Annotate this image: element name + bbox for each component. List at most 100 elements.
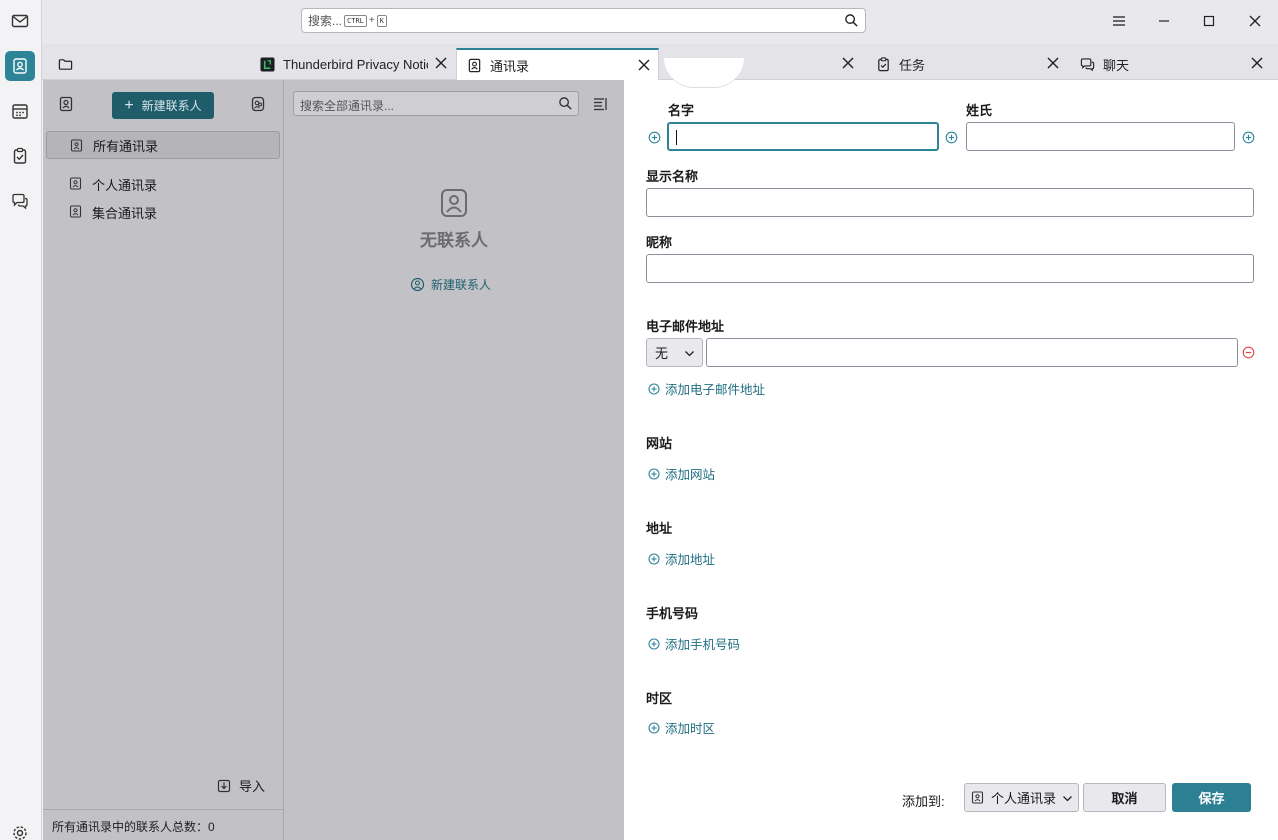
- tasks-icon: [13, 147, 27, 164]
- email-type-select[interactable]: 无: [646, 338, 703, 367]
- tab-label: Thunderbird Privacy Notice: [283, 56, 428, 72]
- global-search-input[interactable]: 搜索... CTRL + K: [301, 8, 866, 33]
- email-input[interactable]: [706, 338, 1238, 367]
- add-to-select[interactable]: 个人通讯录: [964, 783, 1079, 812]
- import-icon: [217, 779, 231, 792]
- contacts-list-pane: 搜索全部通讯录... 无联系人 新建联系人: [284, 80, 624, 840]
- close-icon: [1249, 15, 1261, 27]
- avatar[interactable]: [664, 58, 744, 88]
- new-contact-label: 新建联系人: [141, 99, 202, 113]
- list-display-options-icon[interactable]: [592, 96, 608, 112]
- last-name-input[interactable]: [966, 122, 1235, 151]
- contacts-empty-icon: [441, 189, 467, 217]
- add-timezone-link[interactable]: 添加时区: [648, 718, 715, 737]
- minimize-button[interactable]: [1153, 10, 1175, 32]
- nickname-label: 昵称: [646, 235, 673, 250]
- empty-title: 无联系人: [420, 231, 488, 250]
- add-timezone-label: 添加时区: [665, 722, 716, 736]
- close-tab-icon[interactable]: [1251, 57, 1263, 69]
- maximize-button[interactable]: [1198, 10, 1220, 32]
- chevron-down-icon: [685, 351, 694, 357]
- close-tab-icon[interactable]: [638, 59, 650, 71]
- hamburger-menu-icon: [1113, 16, 1125, 26]
- calendar-space-button[interactable]: [5, 96, 35, 126]
- text-caret: [676, 130, 677, 145]
- search-contacts-input[interactable]: 搜索全部通讯录...: [293, 91, 579, 116]
- thunderbird-icon: [260, 56, 275, 72]
- contact-count-status: 所有通讯录中的联系人总数：0: [43, 809, 284, 840]
- chat-space-button[interactable]: [5, 186, 35, 216]
- tab-bar: Thunderbird Privacy Notice 通讯录 日历 任务 聊天: [42, 44, 1278, 80]
- add-address-link[interactable]: 添加地址: [648, 549, 715, 568]
- email-type-value: 无: [655, 346, 669, 361]
- close-tab-icon[interactable]: [842, 57, 854, 69]
- new-address-book-icon[interactable]: [58, 96, 74, 112]
- add-phone-label: 添加手机号码: [665, 638, 741, 652]
- add-icon: [648, 637, 660, 650]
- maximize-icon: [1203, 15, 1215, 27]
- address-book-icon: [69, 177, 82, 190]
- close-tab-icon[interactable]: [1047, 57, 1059, 69]
- tasks-space-button[interactable]: [5, 141, 35, 171]
- address-book-label: 集合通讯录: [92, 205, 158, 221]
- add-address-label: 添加地址: [665, 553, 716, 567]
- address-book-icon: [468, 58, 481, 72]
- address-book-label: 个人通讯录: [92, 177, 158, 193]
- add-website-link[interactable]: 添加网站: [648, 464, 715, 483]
- remove-email-icon[interactable]: [1242, 346, 1255, 359]
- chevron-down-icon: [1063, 796, 1072, 802]
- tab-address-book[interactable]: 通讯录: [456, 48, 659, 80]
- shortcut-key-ctrl: CTRL: [344, 14, 367, 27]
- import-button[interactable]: 导入: [217, 776, 265, 795]
- shortcut-plus: +: [368, 15, 375, 26]
- add-email-label: 添加电子邮件地址: [665, 383, 766, 397]
- address-book-icon: [971, 791, 984, 804]
- tab-tasks[interactable]: 任务: [866, 48, 1067, 80]
- website-label: 网站: [646, 436, 673, 451]
- tab-chat[interactable]: 聊天: [1070, 48, 1271, 80]
- display-name-input[interactable]: [646, 188, 1254, 217]
- settings-button[interactable]: [5, 818, 35, 840]
- chat-icon: [1080, 57, 1095, 71]
- nickname-input[interactable]: [646, 254, 1254, 283]
- last-name-label: 姓氏: [966, 103, 993, 118]
- add-icon: [648, 382, 660, 395]
- add-middle-name-icon[interactable]: [945, 131, 958, 144]
- search-icon: [559, 97, 572, 110]
- address-book-collected[interactable]: 集合通讯录: [46, 198, 280, 226]
- app-menu-button[interactable]: [1108, 10, 1130, 32]
- add-suffix-icon[interactable]: [1242, 131, 1255, 144]
- empty-new-contact-link[interactable]: 新建联系人: [410, 276, 491, 293]
- add-to-label: 添加到:: [902, 794, 945, 809]
- close-window-button[interactable]: [1244, 10, 1266, 32]
- search-contacts-placeholder: 搜索全部通讯录...: [300, 99, 395, 113]
- cancel-button[interactable]: 取消: [1083, 783, 1166, 812]
- address-book-personal[interactable]: 个人通讯录: [46, 170, 280, 198]
- plus-icon: +: [124, 96, 134, 114]
- address-book-icon: [13, 58, 27, 74]
- chat-icon: [12, 193, 28, 210]
- first-name-label: 名字: [668, 103, 695, 118]
- timezone-label: 时区: [646, 691, 673, 706]
- new-contact-button[interactable]: + 新建联系人: [112, 92, 214, 119]
- add-email-link[interactable]: 添加电子邮件地址: [648, 379, 765, 398]
- address-book-space-button[interactable]: [5, 51, 35, 81]
- phone-label: 手机号码: [646, 606, 699, 621]
- add-phone-link[interactable]: 添加手机号码: [648, 634, 740, 653]
- new-list-icon[interactable]: [250, 96, 266, 112]
- close-tab-icon[interactable]: [435, 57, 447, 69]
- search-icon[interactable]: [844, 13, 859, 28]
- new-contact-icon: [410, 277, 425, 292]
- tab-label: 任务: [899, 57, 926, 73]
- display-name-label: 显示名称: [646, 169, 699, 184]
- address-book-all[interactable]: 所有通讯录: [46, 131, 280, 159]
- add-icon: [648, 552, 660, 565]
- tab-privacy-notice[interactable]: Thunderbird Privacy Notice: [250, 48, 455, 80]
- address-label: 地址: [646, 521, 673, 536]
- first-name-input[interactable]: [667, 122, 939, 151]
- empty-state: 无联系人: [284, 188, 624, 251]
- mail-space-button[interactable]: [5, 6, 35, 36]
- save-button[interactable]: 保存: [1172, 783, 1251, 812]
- add-prefix-icon[interactable]: [648, 131, 661, 144]
- folder-tab-button[interactable]: [48, 48, 78, 80]
